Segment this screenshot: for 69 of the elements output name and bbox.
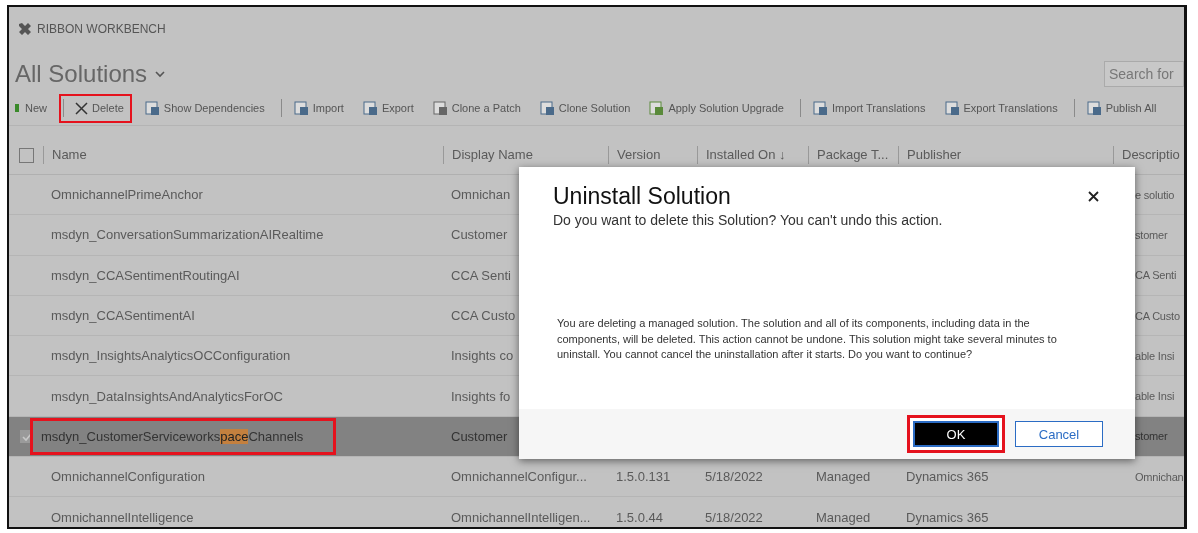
table-cell: Omnichan: [1135, 470, 1184, 483]
table-cell: 1.5.0.131: [616, 469, 671, 485]
table-cell: Insights co: [451, 348, 514, 364]
table-row[interactable]: OmnichannelIntelligence OmnichannelIntelligen... 1.5.0.44 5/18/2022 Managed Dynamics 365: [9, 497, 1184, 527]
document-icon: [361, 100, 378, 116]
cancel-button[interactable]: Cancel: [1015, 421, 1103, 447]
table-cell: CA Custo: [1135, 309, 1180, 322]
ok-button[interactable]: OK: [907, 415, 1005, 453]
table-cell: Dynamics 365: [906, 469, 989, 485]
table-cell: 5/18/2022: [705, 469, 763, 485]
close-icon: [75, 101, 88, 115]
table-cell: able Insi: [1135, 390, 1175, 403]
column-header[interactable]: Display Name: [443, 146, 608, 164]
table-cell: msdyn_CCASentimentAI: [51, 308, 195, 324]
table-cell: CCA Custo: [451, 308, 516, 324]
document-icon: [143, 100, 160, 116]
table-cell: e solutio: [1135, 188, 1175, 201]
close-icon: [1088, 191, 1099, 202]
document-icon: [431, 100, 448, 116]
toolbar-button[interactable]: Clone Solution: [532, 95, 637, 121]
column-header[interactable]: Package T...: [808, 146, 898, 164]
table-cell: Managed: [816, 469, 871, 485]
document-icon: [1085, 100, 1102, 116]
table-cell: msdyn_DataInsightsAndAnalyticsForOC: [51, 388, 283, 404]
table-cell: stomer: [1135, 228, 1168, 241]
table-cell: 5/18/2022: [705, 509, 763, 525]
toolbar-button[interactable]: Export: [355, 95, 420, 121]
table-cell: OmnichannelIntelligence: [51, 509, 194, 525]
table-cell: able Insi: [1135, 349, 1175, 362]
table-cell: msdyn_CCASentimentRoutingAI: [51, 267, 240, 283]
column-header[interactable]: Publisher: [898, 146, 1113, 164]
table-cell: 1.5.0.44: [616, 509, 663, 525]
table-cell: Managed: [816, 509, 871, 525]
dialog-title: Uninstall Solution: [553, 183, 731, 210]
table-cell: Omnichan: [451, 187, 511, 203]
document-icon: [943, 100, 960, 116]
table-cell: stomer: [1135, 430, 1168, 443]
table-cell: OmnichannelConfigur...: [451, 469, 587, 485]
table-cell: CA Senti: [1135, 269, 1177, 282]
toolbar-button[interactable]: Export Translations: [937, 95, 1064, 121]
document-icon: [292, 100, 309, 116]
table-cell: Insights fo: [451, 388, 511, 404]
toolbar-button[interactable]: Apply Solution Upgrade: [642, 95, 790, 121]
view-selector[interactable]: All Solutions: [9, 60, 166, 88]
table-cell: Dynamics 365: [906, 509, 989, 525]
table-cell: msdyn_InsightsAnalyticsOCConfiguration: [51, 348, 291, 364]
chevron-icon: [155, 70, 166, 78]
toolbar-button[interactable]: Clone a Patch: [425, 95, 527, 121]
table-cell: Customer: [451, 227, 508, 243]
document-icon: [811, 100, 828, 116]
toolbar-button[interactable]: Delete: [59, 93, 132, 123]
table-cell: Customer: [451, 428, 508, 444]
table-cell: msdyn_ConversationSummarizationAIRealtime: [51, 227, 324, 243]
column-header[interactable]: Descriptio: [1113, 146, 1184, 164]
table-cell: msdyn_CustomerServiceworkspaceChannels: [33, 420, 334, 452]
document-icon: [538, 100, 555, 116]
table-cell: OmnichannelPrimeAnchor: [51, 187, 203, 203]
select-all-checkbox[interactable]: [18, 147, 34, 163]
column-header[interactable]: Name: [43, 146, 443, 164]
toolbar-button[interactable]: Show Dependencies: [137, 95, 271, 121]
table-cell: OmnichannelConfiguration: [51, 469, 205, 485]
column-header[interactable]: Installed On ↓: [697, 146, 808, 164]
column-header[interactable]: Version: [608, 146, 697, 164]
search-field[interactable]: Search for: [1104, 61, 1184, 87]
app-title: RIBBON WORKBENCH: [37, 22, 166, 36]
table-cell: CCA Senti: [451, 267, 511, 283]
table-cell: OmnichannelIntelligen...: [451, 509, 591, 525]
document-icon: [648, 100, 665, 116]
toolbar-button[interactable]: New: [9, 97, 53, 119]
